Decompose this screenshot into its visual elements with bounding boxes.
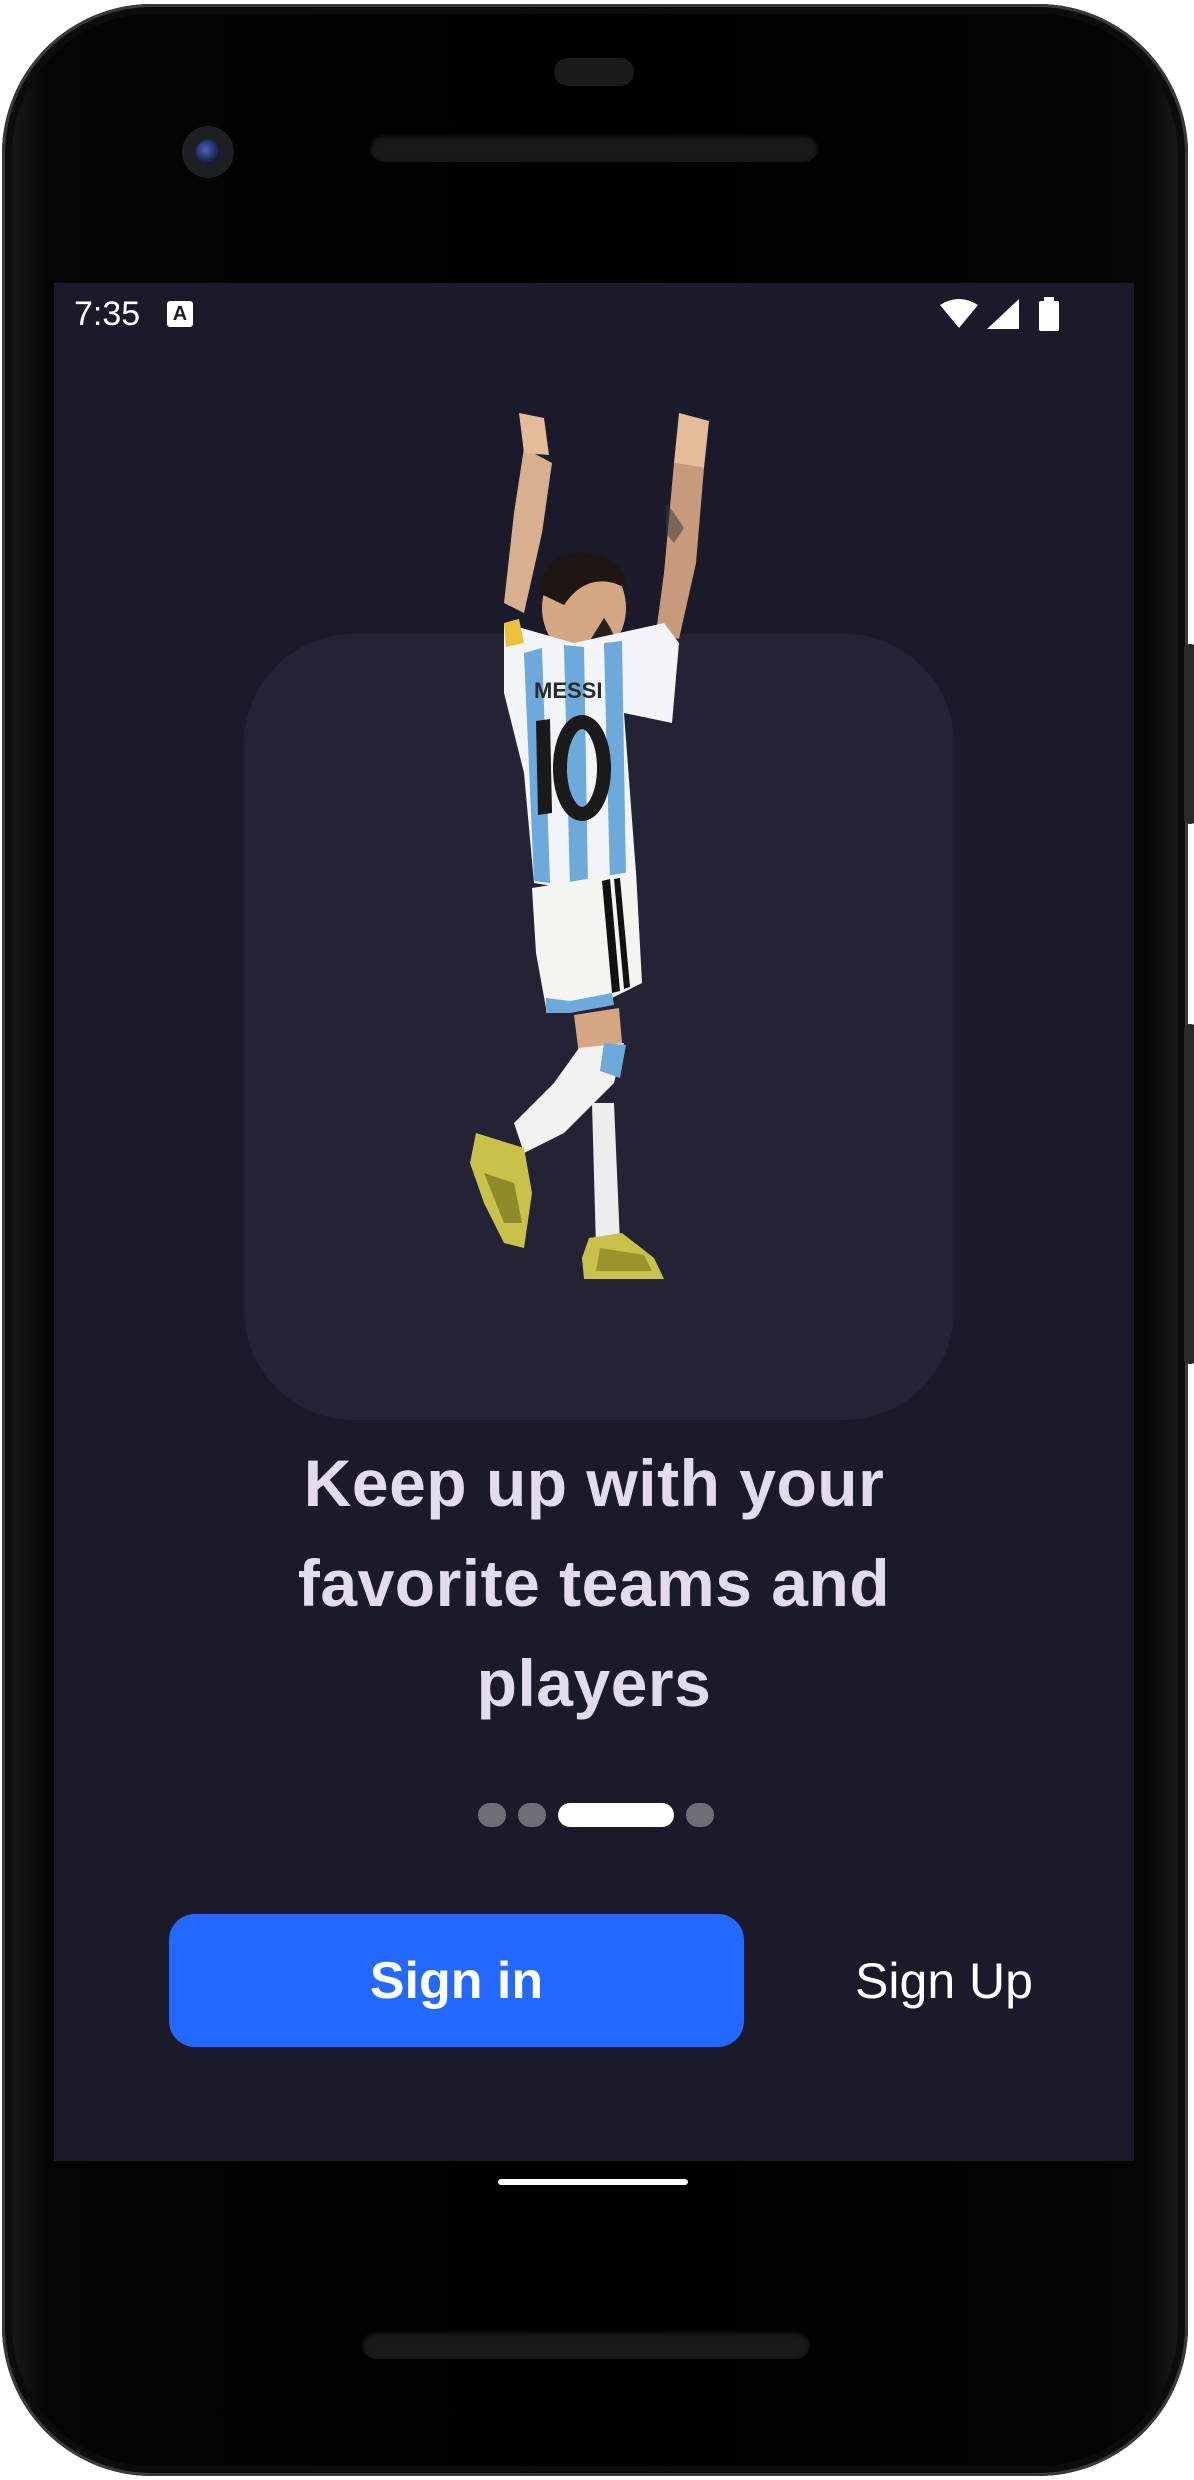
page-dot-4[interactable] xyxy=(686,1803,714,1827)
headline-line-1: Keep up with your xyxy=(303,1446,885,1520)
headline-line-2: favorite teams and xyxy=(297,1546,891,1620)
app-screen: 7:35 A MESSI Keep up with your favorite … xyxy=(54,283,1134,2161)
page-dot-1[interactable] xyxy=(478,1803,506,1827)
headline-line-3: players xyxy=(476,1646,712,1720)
page-indicator xyxy=(478,1802,714,1828)
jersey-name: MESSI xyxy=(534,678,602,703)
battery-icon xyxy=(1039,297,1059,331)
home-indicator[interactable] xyxy=(498,2179,688,2185)
sign-in-button[interactable]: Sign in xyxy=(169,1914,744,2047)
page-dot-2[interactable] xyxy=(518,1803,546,1827)
sign-up-button[interactable]: Sign Up xyxy=(834,1943,1054,2019)
page-dot-3-active[interactable] xyxy=(558,1803,674,1827)
a-icon: A xyxy=(167,301,193,327)
player-celebration-illustration: MESSI xyxy=(470,413,709,1279)
front-camera xyxy=(182,126,234,178)
power-button xyxy=(1184,644,1194,824)
onboarding-headline: Keep up with your favorite teams and pla… xyxy=(154,1433,1034,1733)
earpiece xyxy=(554,58,634,86)
signal-icon xyxy=(987,299,1019,329)
phone-frame: 7:35 A MESSI Keep up with your favorite … xyxy=(2,4,1194,2476)
status-bar: 7:35 A xyxy=(54,283,1134,347)
front-speaker-top xyxy=(370,134,818,162)
volume-button xyxy=(1184,1024,1194,1364)
front-speaker-bottom xyxy=(362,2331,810,2359)
wifi-icon xyxy=(940,299,978,328)
status-time: 7:35 xyxy=(74,295,141,333)
